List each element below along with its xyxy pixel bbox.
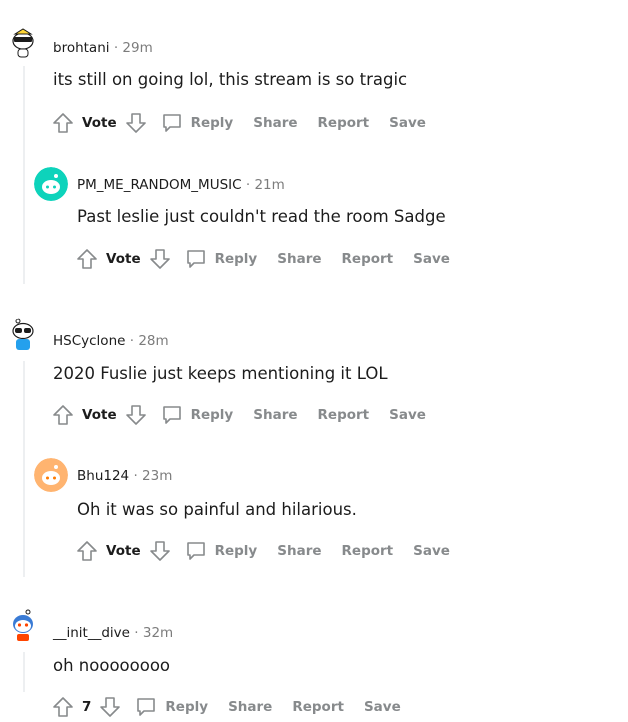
reply-label: Reply xyxy=(214,251,258,267)
timestamp[interactable]: 23m xyxy=(142,468,172,484)
reply-label: Reply xyxy=(190,115,234,131)
vote-count: Vote xyxy=(106,251,141,267)
save-button[interactable]: Save xyxy=(364,699,401,715)
username[interactable]: PM_ME_RANDOM_MUSIC xyxy=(77,177,242,193)
share-button[interactable]: Share xyxy=(277,543,321,559)
downvote-icon[interactable] xyxy=(123,110,149,136)
separator: · xyxy=(129,333,135,349)
downvote-icon[interactable] xyxy=(97,694,123,720)
share-button[interactable]: Share xyxy=(253,407,297,423)
comment-bubble-icon xyxy=(162,406,181,424)
reply-label: Reply xyxy=(214,543,258,559)
share-button[interactable]: Share xyxy=(253,115,297,131)
save-button[interactable]: Save xyxy=(413,543,450,559)
timestamp[interactable]: 32m xyxy=(143,625,173,641)
comment-actions: Vote Reply Share Report Save xyxy=(50,400,426,430)
save-button[interactable]: Save xyxy=(389,115,426,131)
comment-meta: __init__dive · 32m xyxy=(53,625,173,641)
reply-label: Reply xyxy=(165,699,209,715)
snoo-avatar[interactable] xyxy=(6,318,40,352)
comment-bubble-icon xyxy=(186,250,205,268)
snoo-avatar[interactable] xyxy=(34,458,68,492)
comment-text: 2020 Fuslie just keeps mentioning it LOL xyxy=(53,364,388,383)
comment-actions: Vote Reply Share Report Save xyxy=(50,108,426,138)
share-button[interactable]: Share xyxy=(277,251,321,267)
reply-label: Reply xyxy=(190,407,234,423)
comment-text: Oh it was so painful and hilarious. xyxy=(77,500,357,519)
downvote-icon[interactable] xyxy=(123,402,149,428)
thread-line[interactable] xyxy=(23,66,25,284)
timestamp[interactable]: 21m xyxy=(254,177,284,193)
timestamp[interactable]: 29m xyxy=(122,40,152,56)
upvote-icon[interactable] xyxy=(50,110,76,136)
comment-actions: 7 Reply Share Report Save xyxy=(50,692,401,722)
report-button[interactable]: Report xyxy=(292,699,344,715)
report-button[interactable]: Report xyxy=(318,115,370,131)
separator: · xyxy=(113,40,119,56)
upvote-icon[interactable] xyxy=(74,538,100,564)
downvote-icon[interactable] xyxy=(147,246,173,272)
save-button[interactable]: Save xyxy=(389,407,426,423)
comment-meta: brohtani · 29m xyxy=(53,40,153,56)
username[interactable]: Bhu124 xyxy=(77,468,129,484)
username[interactable]: __init__dive xyxy=(53,625,130,641)
reply-button[interactable]: Reply xyxy=(161,404,234,426)
snoo-avatar[interactable] xyxy=(6,26,40,60)
separator: · xyxy=(245,177,251,193)
thread-line[interactable] xyxy=(23,652,25,692)
username[interactable]: brohtani xyxy=(53,40,110,56)
upvote-icon[interactable] xyxy=(50,402,76,428)
comment-meta: Bhu124 · 23m xyxy=(77,468,172,484)
comment-text: Past leslie just couldn't read the room … xyxy=(77,207,446,226)
timestamp[interactable]: 28m xyxy=(138,333,168,349)
upvote-icon[interactable] xyxy=(50,694,76,720)
comment-bubble-icon xyxy=(162,114,181,132)
comment-text: oh noooooooo xyxy=(53,656,171,675)
share-button[interactable]: Share xyxy=(228,699,272,715)
username[interactable]: HSCyclone xyxy=(53,333,125,349)
comment-meta: PM_ME_RANDOM_MUSIC · 21m xyxy=(77,177,285,193)
comment-text: its still on going lol, this stream is s… xyxy=(53,70,408,89)
comment-meta: HSCyclone · 28m xyxy=(53,333,169,349)
comment-actions: Vote Reply Share Report Save xyxy=(74,536,450,566)
comment-bubble-icon xyxy=(186,542,205,560)
report-button[interactable]: Report xyxy=(318,407,370,423)
vote-count: Vote xyxy=(106,543,141,559)
report-button[interactable]: Report xyxy=(342,543,394,559)
comment-actions: Vote Reply Share Report Save xyxy=(74,244,450,274)
separator: · xyxy=(134,625,139,641)
downvote-icon[interactable] xyxy=(147,538,173,564)
vote-count: 7 xyxy=(82,699,92,715)
upvote-icon[interactable] xyxy=(74,246,100,272)
reply-button[interactable]: Reply xyxy=(161,112,234,134)
vote-count: Vote xyxy=(82,115,117,131)
snoo-avatar[interactable] xyxy=(34,167,68,201)
separator: · xyxy=(133,468,138,484)
thread-line[interactable] xyxy=(23,361,25,577)
save-button[interactable]: Save xyxy=(413,251,450,267)
vote-count: Vote xyxy=(82,407,117,423)
reply-button[interactable]: Reply xyxy=(185,540,258,562)
report-button[interactable]: Report xyxy=(342,251,394,267)
reply-button[interactable]: Reply xyxy=(185,248,258,270)
snoo-avatar[interactable] xyxy=(6,608,40,642)
